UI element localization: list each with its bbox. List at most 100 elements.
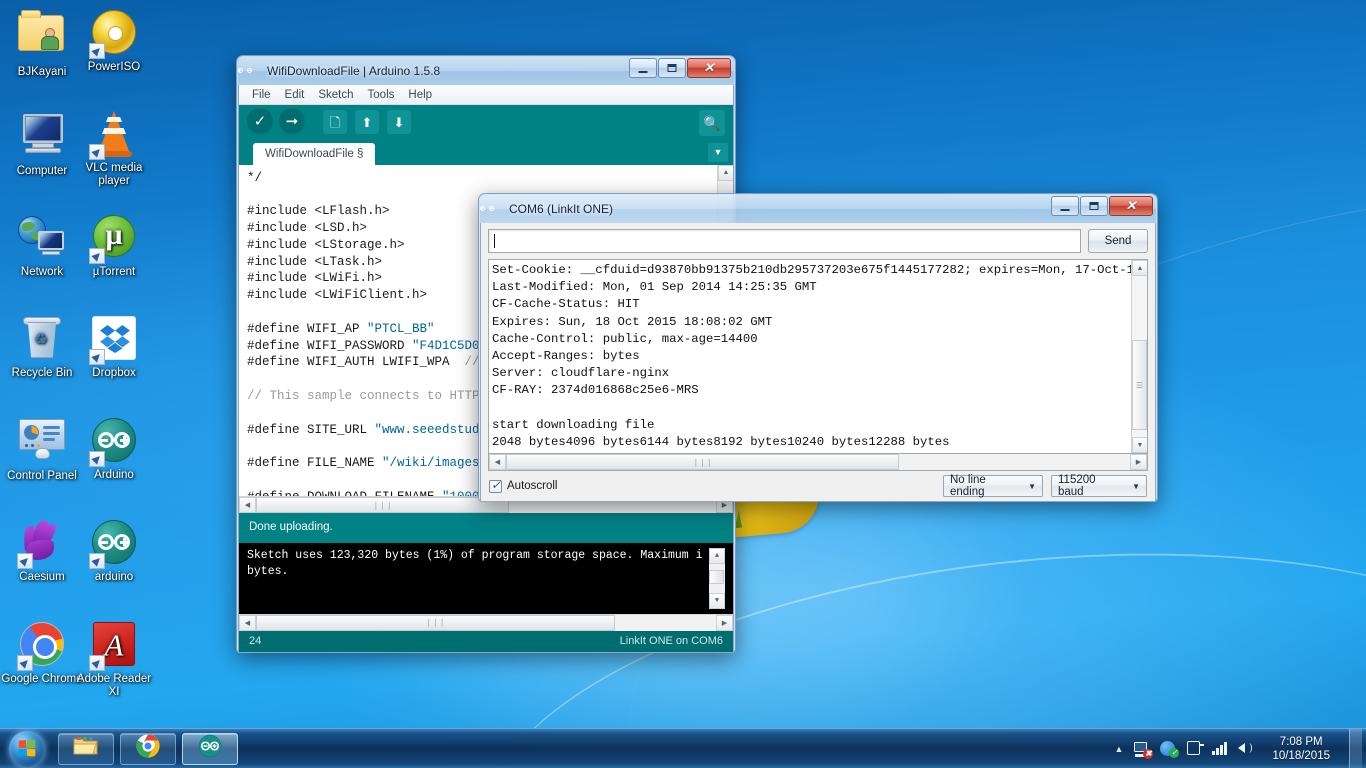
menu-item-help[interactable]: Help: [401, 87, 439, 103]
serial-output-line: Set-Cookie: __cfduid=d93870bb91375b210db…: [492, 263, 1131, 277]
scroll-up-arrow-icon[interactable]: ▲: [709, 547, 725, 564]
serial-output-panel[interactable]: Set-Cookie: __cfduid=d93870bb91375b210db…: [488, 259, 1148, 455]
control-panel-icon: [18, 419, 66, 467]
console-vertical-scrollbar[interactable]: ▲ ▼: [709, 547, 725, 609]
serial-horizontal-scrollbar[interactable]: ◀ ❘❘❘ ▶: [488, 454, 1148, 472]
arduino-icon: [198, 734, 222, 763]
device-icon[interactable]: [1186, 740, 1205, 757]
disc-icon: [89, 10, 138, 59]
minimize-button[interactable]: [1051, 196, 1079, 216]
desktop-icon-dropbox[interactable]: Dropbox: [72, 314, 156, 380]
taskbar-item-arduino[interactable]: [182, 732, 238, 765]
serial-send-input[interactable]: [488, 229, 1081, 253]
hscroll-thumb[interactable]: ❘❘❘: [256, 497, 509, 514]
network-error-icon[interactable]: ✖: [1134, 740, 1154, 759]
taskbar-item-chrome[interactable]: [120, 732, 176, 765]
serial-titlebar[interactable]: COM6 (LinkIt ONE) ✕: [479, 195, 1156, 223]
open-sketch-button[interactable]: ⬆: [353, 108, 381, 136]
desktop-icon-utorrent[interactable]: µ µTorrent: [72, 212, 156, 279]
adobe-reader-icon: A: [89, 622, 138, 671]
serial-window-body: Send Set-Cookie: __cfduid=d93870bb91375b…: [480, 223, 1156, 502]
menu-item-file[interactable]: File: [245, 87, 278, 103]
recycle-bin-icon: ♻: [18, 316, 66, 364]
arduino-console[interactable]: Sketch uses 123,320 bytes (1%) of progra…: [239, 542, 733, 614]
clock-time: 7:08 PM: [1279, 735, 1323, 748]
verify-button[interactable]: ✓: [247, 108, 275, 136]
scroll-up-arrow-icon[interactable]: ▲: [1132, 260, 1147, 276]
taskbar-item-explorer[interactable]: [58, 732, 114, 765]
serial-options-row: Autoscroll No line ending ▼ 115200 baud …: [488, 471, 1148, 501]
desktop-icon-arduino-app[interactable]: Arduino: [72, 416, 156, 482]
save-sketch-button[interactable]: ⬇: [385, 108, 413, 136]
desktop-icon-arduino-folder[interactable]: arduino: [72, 518, 156, 584]
menu-item-tools[interactable]: Tools: [361, 87, 402, 103]
volume-icon[interactable]: [1238, 740, 1255, 757]
baud-rate-select[interactable]: 115200 baud ▼: [1051, 474, 1147, 498]
autoscroll-checkbox[interactable]: Autoscroll: [489, 478, 558, 493]
tray-overflow-button[interactable]: ▲: [1113, 744, 1126, 754]
arduino-tabstrip: WifiDownloadFile § ▼: [239, 139, 733, 165]
tab-dropdown-button[interactable]: ▼: [708, 142, 728, 162]
maximize-button[interactable]: [658, 58, 686, 78]
desktop-icon-label: PowerISO: [87, 61, 141, 73]
autoscroll-label: Autoscroll: [507, 480, 558, 493]
new-sketch-button[interactable]: 🗋: [321, 108, 349, 136]
menu-item-edit[interactable]: Edit: [278, 87, 312, 103]
desktop-icon-vlc[interactable]: VLC media player: [72, 110, 156, 188]
scroll-left-arrow-icon[interactable]: ◀: [239, 497, 256, 514]
serial-vertical-scrollbar[interactable]: ▲ ☰ ▼: [1131, 260, 1147, 454]
hscroll-thumb[interactable]: ❘❘❘: [256, 614, 615, 631]
scroll-up-arrow-icon[interactable]: ▲: [718, 164, 733, 181]
serial-output-line: CF-RAY: 2374d016868c25e6-MRS: [492, 383, 699, 398]
text-caret: [494, 234, 495, 248]
scroll-left-arrow-icon[interactable]: ◀: [239, 614, 256, 631]
hscroll-track[interactable]: ❘❘❘: [256, 614, 716, 631]
serial-output-line: 2048 bytes4096 bytes6144 bytes8192 bytes…: [492, 435, 950, 450]
scroll-right-arrow-icon[interactable]: ▶: [716, 614, 733, 631]
arduino-titlebar[interactable]: WifiDownloadFile | Arduino 1.5.8 ✕: [237, 57, 734, 85]
close-button[interactable]: ✕: [687, 58, 731, 78]
scroll-down-arrow-icon[interactable]: ▼: [709, 592, 725, 609]
serial-send-row: Send: [488, 229, 1148, 253]
network-globe-icon: [18, 215, 66, 263]
hscroll-track[interactable]: ❘❘❘: [506, 454, 1130, 471]
show-desktop-button[interactable]: [1349, 728, 1362, 768]
arduino-status-message: Done uploading.: [239, 513, 733, 543]
console-scroll-thumb[interactable]: [709, 569, 724, 584]
arduino-icon: [89, 520, 138, 569]
code-line: */: [247, 170, 263, 185]
signal-bars-icon[interactable]: [1212, 740, 1229, 757]
desktop-icon-label: Adobe Reader XI: [76, 673, 152, 698]
menu-item-sketch[interactable]: Sketch: [311, 87, 360, 103]
hscroll-thumb[interactable]: ❘❘❘: [506, 454, 900, 471]
desktop-icon-label: µTorrent: [92, 266, 136, 278]
send-button[interactable]: Send: [1088, 229, 1148, 253]
upload-button[interactable]: ➞: [279, 108, 307, 136]
desktop-icon-poweriso[interactable]: PowerISO: [72, 8, 156, 74]
scroll-right-arrow-icon[interactable]: ▶: [1130, 454, 1147, 471]
desktop-icon-label: VLC media player: [85, 162, 143, 187]
desktop-icon-adobe-reader[interactable]: A Adobe Reader XI: [72, 620, 156, 699]
console-horizontal-scrollbar[interactable]: ◀ ❘❘❘ ▶: [239, 613, 733, 631]
scroll-left-arrow-icon[interactable]: ◀: [489, 454, 506, 471]
tab-wifidownloadfile[interactable]: WifiDownloadFile §: [253, 142, 376, 165]
windows-logo-icon: [9, 730, 45, 767]
serial-monitor-window[interactable]: COM6 (LinkIt ONE) ✕ Send Set-Cookie: __c…: [478, 193, 1158, 502]
maximize-button[interactable]: [1080, 196, 1108, 216]
minimize-button[interactable]: [629, 58, 657, 78]
desktop: BJKayani PowerISO Computer VLC media pla…: [0, 0, 1366, 768]
serial-monitor-button[interactable]: 🔍: [699, 110, 725, 137]
serial-window-title: COM6 (LinkIt ONE): [509, 202, 614, 216]
close-button[interactable]: ✕: [1109, 196, 1153, 216]
chrome-icon: [17, 622, 66, 671]
serial-output-line: Expires: Sun, 18 Oct 2015 18:08:02 GMT: [492, 314, 773, 329]
serial-scroll-thumb[interactable]: ☰: [1132, 340, 1147, 430]
dropbox-sync-icon[interactable]: ✓: [1160, 740, 1180, 758]
line-ending-select[interactable]: No line ending ▼: [943, 474, 1043, 498]
scroll-down-arrow-icon[interactable]: ▼: [1132, 437, 1147, 454]
arduino-menubar[interactable]: File Edit Sketch Tools Help: [239, 85, 733, 106]
start-button[interactable]: [2, 730, 52, 768]
taskbar: ▲ ✖ ✓ 7:08 PM 10/18/2015: [0, 728, 1366, 768]
console-output: Sketch uses 123,320 bytes (1%) of progra…: [247, 548, 703, 578]
clock[interactable]: 7:08 PM 10/18/2015: [1264, 735, 1338, 763]
